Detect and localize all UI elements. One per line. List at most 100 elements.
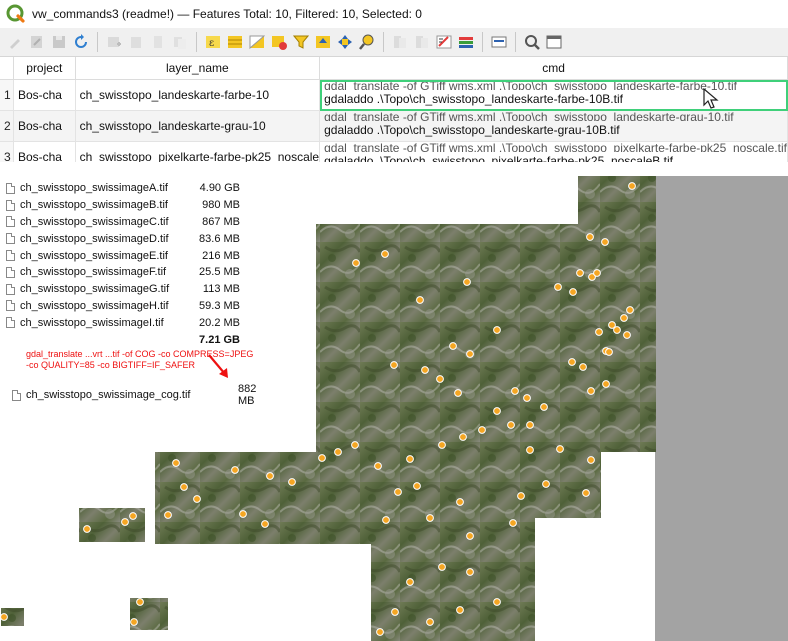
field-calculator-icon[interactable] xyxy=(435,33,453,51)
point-marker[interactable] xyxy=(394,488,402,496)
delete-icon[interactable] xyxy=(127,33,145,51)
row-number[interactable]: 3 xyxy=(0,141,14,163)
point-marker[interactable] xyxy=(526,446,534,454)
point-marker[interactable] xyxy=(231,466,239,474)
point-marker[interactable] xyxy=(507,421,515,429)
file-row[interactable]: ch_swisstopo_swissimageC.tif 867 MB xyxy=(6,214,240,231)
point-marker[interactable] xyxy=(478,426,486,434)
point-marker[interactable] xyxy=(266,472,274,480)
point-marker[interactable] xyxy=(582,489,590,497)
point-marker[interactable] xyxy=(556,445,564,453)
cell-cmd[interactable]: gdal_translate -of GTiff wms.xml .\Topo\… xyxy=(319,110,788,142)
conditional-format-icon[interactable] xyxy=(457,33,475,51)
point-marker[interactable] xyxy=(83,525,91,533)
point-marker[interactable] xyxy=(595,328,603,336)
file-row[interactable]: ch_swisstopo_swissimageB.tif 980 MB xyxy=(6,197,240,214)
point-marker[interactable] xyxy=(381,250,389,258)
reload-icon[interactable] xyxy=(72,33,90,51)
point-marker[interactable] xyxy=(406,578,414,586)
point-marker[interactable] xyxy=(626,306,634,314)
multi-edit-icon[interactable] xyxy=(28,33,46,51)
point-marker[interactable] xyxy=(493,326,501,334)
select-expression-icon[interactable]: ε xyxy=(204,33,222,51)
actions-icon[interactable] xyxy=(490,33,508,51)
point-marker[interactable] xyxy=(351,441,359,449)
point-marker[interactable] xyxy=(426,618,434,626)
pencil-icon[interactable] xyxy=(6,33,24,51)
row-number[interactable]: 1 xyxy=(0,79,14,111)
map-canvas[interactable]: ch_swisstopo_swissimageA.tif 4.90 GB ch_sw… xyxy=(0,162,788,641)
file-row[interactable]: ch_swisstopo_swissimageI.tif 20.2 MB xyxy=(6,314,240,331)
point-marker[interactable] xyxy=(517,492,525,500)
file-row[interactable]: ch_swisstopo_swissimageF.tif 25.5 MB xyxy=(6,264,240,281)
point-marker[interactable] xyxy=(554,283,562,291)
table-row[interactable]: 3 Bos-cha ch_swisstopo_pixelkarte-farbe-… xyxy=(0,141,788,163)
point-marker[interactable] xyxy=(406,455,414,463)
point-marker[interactable] xyxy=(466,532,474,540)
point-marker[interactable] xyxy=(129,512,137,520)
point-marker[interactable] xyxy=(193,495,201,503)
point-marker[interactable] xyxy=(374,462,382,470)
column-header-layer-name[interactable]: layer_name xyxy=(75,57,321,80)
cog-file-row[interactable]: ch_swisstopo_swissimage_cog.tif 882 MB xyxy=(12,383,268,407)
point-marker[interactable] xyxy=(438,563,446,571)
point-marker[interactable] xyxy=(593,269,601,277)
point-marker[interactable] xyxy=(438,441,446,449)
point-marker[interactable] xyxy=(523,394,531,402)
point-marker[interactable] xyxy=(421,366,429,374)
point-marker[interactable] xyxy=(0,613,8,621)
row-number[interactable]: 2 xyxy=(0,110,14,142)
zoom-to-selection-icon[interactable] xyxy=(523,33,541,51)
point-marker[interactable] xyxy=(459,433,467,441)
column-header-project[interactable]: project xyxy=(13,57,76,80)
cell-layer-name[interactable]: ch_swisstopo_landeskarte-farbe-10 xyxy=(75,79,321,111)
point-marker[interactable] xyxy=(576,269,584,277)
point-marker[interactable] xyxy=(601,238,609,246)
point-marker[interactable] xyxy=(449,342,457,350)
point-marker[interactable] xyxy=(628,182,636,190)
cut-icon[interactable] xyxy=(149,33,167,51)
point-marker[interactable] xyxy=(605,348,613,356)
cell-project[interactable]: Bos-cha xyxy=(13,110,76,142)
point-marker[interactable] xyxy=(288,478,296,486)
point-marker[interactable] xyxy=(511,387,519,395)
point-marker[interactable] xyxy=(456,606,464,614)
file-row[interactable]: ch_swisstopo_swissimageH.tif 59.3 MB xyxy=(6,298,240,315)
file-row[interactable]: ch_swisstopo_swissimageD.tif 83.6 MB xyxy=(6,230,240,247)
column-header-cmd[interactable]: cmd xyxy=(319,57,788,80)
point-marker[interactable] xyxy=(121,518,129,526)
save-icon[interactable] xyxy=(50,33,68,51)
point-marker[interactable] xyxy=(130,618,138,626)
point-marker[interactable] xyxy=(239,510,247,518)
move-top-icon[interactable] xyxy=(314,33,332,51)
point-marker[interactable] xyxy=(456,498,464,506)
point-marker[interactable] xyxy=(376,628,384,636)
select-all-icon[interactable] xyxy=(226,33,244,51)
point-marker[interactable] xyxy=(568,358,576,366)
point-marker[interactable] xyxy=(587,456,595,464)
point-marker[interactable] xyxy=(463,278,471,286)
point-marker[interactable] xyxy=(526,421,534,429)
filter-icon[interactable] xyxy=(292,33,310,51)
point-marker[interactable] xyxy=(454,389,462,397)
copy-icon[interactable] xyxy=(171,33,189,51)
file-row[interactable]: ch_swisstopo_swissimageE.tif 216 MB xyxy=(6,247,240,264)
point-marker[interactable] xyxy=(466,568,474,576)
point-marker[interactable] xyxy=(436,375,444,383)
point-marker[interactable] xyxy=(426,514,434,522)
point-marker[interactable] xyxy=(509,519,517,527)
file-row[interactable]: ch_swisstopo_swissimageG.tif 113 MB xyxy=(6,281,240,298)
point-marker[interactable] xyxy=(391,608,399,616)
invert-selection-icon[interactable] xyxy=(248,33,266,51)
zoom-map-icon[interactable] xyxy=(358,33,376,51)
point-marker[interactable] xyxy=(352,259,360,267)
point-marker[interactable] xyxy=(620,314,628,322)
cell-layer-name[interactable]: ch_swisstopo_landeskarte-grau-10 xyxy=(75,110,321,142)
cell-project[interactable]: Bos-cha xyxy=(13,79,76,111)
point-marker[interactable] xyxy=(466,350,474,358)
point-marker[interactable] xyxy=(493,407,501,415)
table-row[interactable]: 2 Bos-cha ch_swisstopo_landeskarte-grau-… xyxy=(0,110,788,142)
cell-project[interactable]: Bos-cha xyxy=(13,141,76,163)
point-marker[interactable] xyxy=(540,403,548,411)
point-marker[interactable] xyxy=(318,454,326,462)
